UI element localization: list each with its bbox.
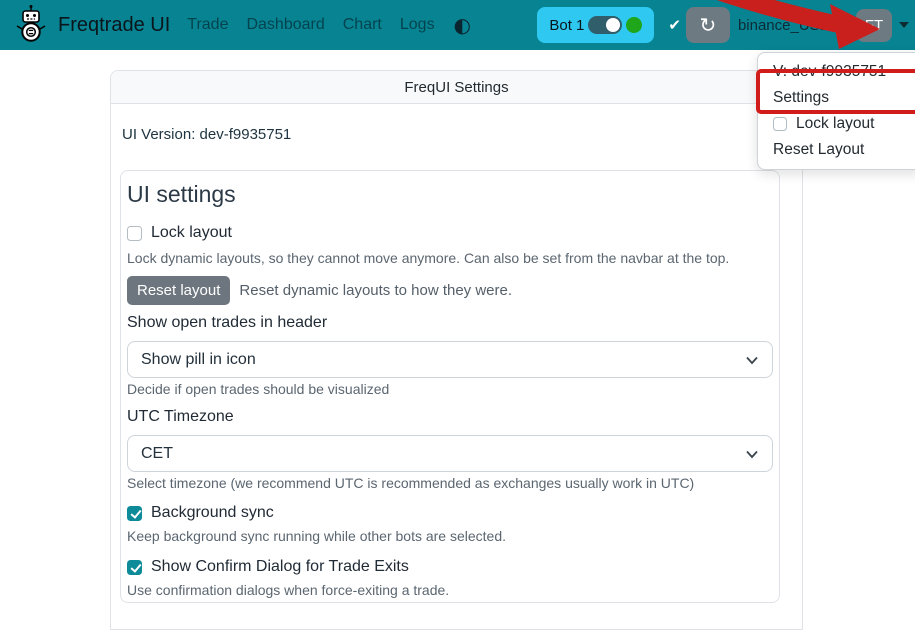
section-title: UI settings (127, 179, 771, 209)
nav-link-dashboard[interactable]: Dashboard (246, 16, 324, 34)
bot-online-status-dot (626, 17, 642, 33)
bot-selected-check-icon: ✔ (668, 16, 681, 34)
bot-toggle-switch[interactable] (588, 16, 622, 34)
menu-item-settings[interactable]: Settings (758, 85, 915, 111)
navbar: Freqtrade UI Trade Dashboard Chart Logs … (0, 0, 915, 50)
lock-layout-row: Lock layout (127, 223, 771, 243)
toggle-knob (606, 18, 620, 32)
timezone-selected-value: CET (141, 445, 173, 463)
timezone-label: UTC Timezone (127, 408, 771, 428)
app-title[interactable]: Freqtrade UI (58, 14, 170, 37)
lock-layout-menu-checkbox[interactable] (773, 117, 787, 131)
select-chevron-icon (745, 353, 759, 367)
confirm-dialog-help: Use confirmation dialogs when force-exit… (127, 582, 771, 598)
menu-item-reset-layout[interactable]: Reset Layout (758, 137, 915, 163)
nav-link-chart[interactable]: Chart (343, 16, 382, 34)
confirm-dialog-row: Show Confirm Dialog for Trade Exits (127, 557, 771, 577)
menu-item-lock-layout[interactable]: Lock layout (758, 111, 915, 137)
settings-card-header: FreqUI Settings (111, 71, 802, 104)
reset-layout-row: Reset layout Reset dynamic layouts to ho… (127, 276, 771, 305)
reset-layout-button[interactable]: Reset layout (127, 276, 230, 305)
bot-selector-pill[interactable]: Bot 1 (537, 7, 654, 43)
user-dropdown-menu: V: dev-f9935751 Settings Lock layout Res… (757, 52, 915, 170)
timezone-help: Select timezone (we recommend UTC is rec… (127, 475, 771, 491)
open-trades-help: Decide if open trades should be visualiz… (127, 381, 771, 397)
select-chevron-icon (745, 447, 759, 461)
background-sync-label[interactable]: Background sync (151, 504, 274, 522)
settings-card-title: FreqUI Settings (404, 79, 508, 96)
lock-layout-checkbox[interactable] (127, 226, 142, 241)
reload-button[interactable]: ↻ (686, 7, 730, 43)
account-label: binance_USDT1 (738, 17, 848, 34)
background-sync-row: Background sync (127, 503, 771, 523)
bot-name-label: Bot 1 (549, 17, 584, 34)
background-sync-help: Keep background sync running while other… (127, 528, 771, 544)
confirm-dialog-label[interactable]: Show Confirm Dialog for Trade Exits (151, 558, 409, 576)
nav-link-trade[interactable]: Trade (187, 16, 228, 34)
theme-toggle-icon[interactable]: ◐ (454, 15, 471, 35)
reload-icon: ↻ (700, 13, 717, 37)
confirm-dialog-checkbox[interactable] (127, 560, 142, 575)
lock-layout-help: Lock dynamic layouts, so they cannot mov… (127, 250, 771, 266)
settings-card: FreqUI Settings UI Version: dev-f9935751… (110, 70, 803, 630)
menu-item-lock-layout-label: Lock layout (796, 113, 874, 135)
ui-version-text: UI Version: dev-f9935751 (122, 126, 802, 143)
freqtrade-robot-logo-icon[interactable] (12, 4, 50, 46)
timezone-select[interactable]: CET (127, 435, 773, 472)
open-trades-select[interactable]: Show pill in icon (127, 341, 773, 378)
chevron-down-icon[interactable] (899, 22, 909, 28)
ui-settings-section: UI settings Lock layout Lock dynamic lay… (120, 170, 780, 603)
reset-layout-help: Reset dynamic layouts to how they were. (239, 282, 512, 299)
nav-link-logs[interactable]: Logs (400, 16, 435, 34)
ft-user-menu-button[interactable]: FT (856, 9, 892, 42)
lock-layout-label[interactable]: Lock layout (151, 224, 232, 242)
navbar-right-group: Bot 1 ✔ ↻ binance_USDT1 FT (537, 7, 909, 43)
open-trades-label: Show open trades in header (127, 314, 771, 334)
ft-button-label: FT (865, 17, 883, 34)
nav-links: Trade Dashboard Chart Logs (187, 16, 434, 34)
background-sync-checkbox[interactable] (127, 506, 142, 521)
menu-item-version: V: dev-f9935751 (758, 59, 915, 85)
open-trades-selected-value: Show pill in icon (141, 351, 256, 369)
